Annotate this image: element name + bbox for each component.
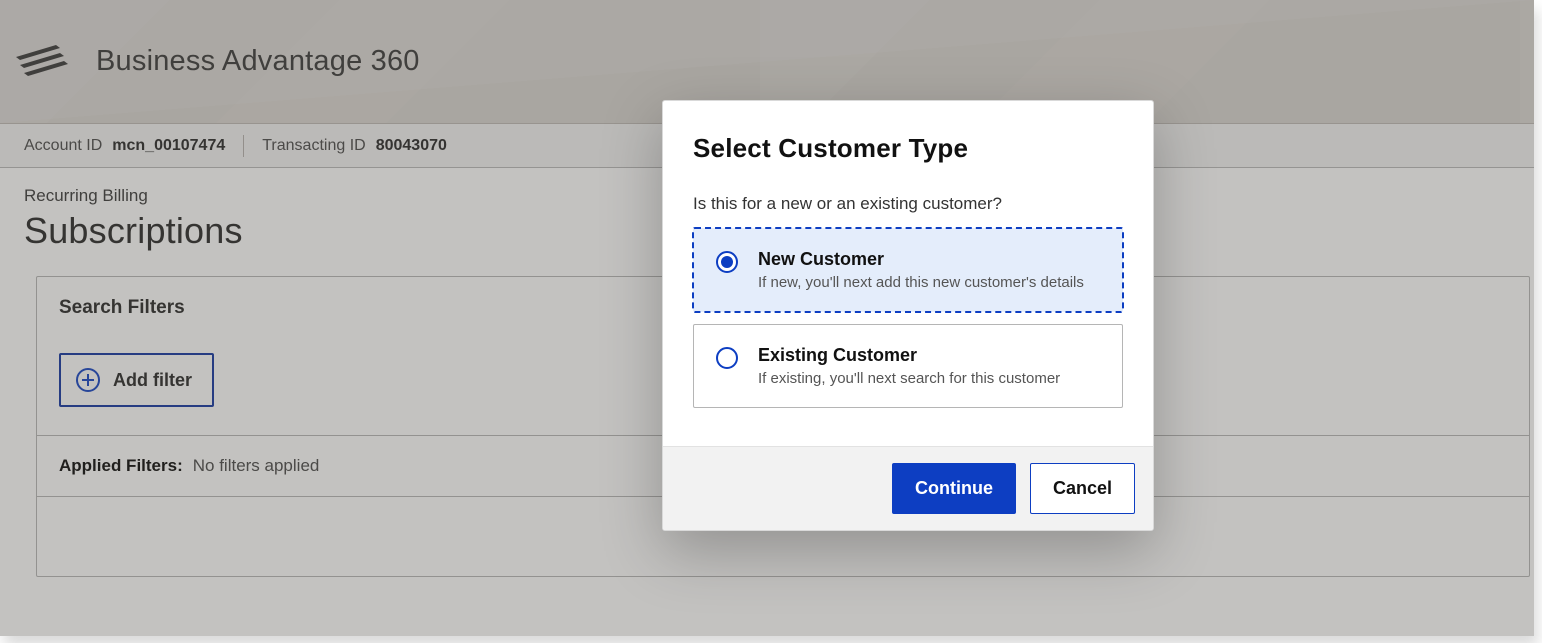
cancel-button[interactable]: Cancel <box>1030 463 1135 514</box>
modal-footer: Continue Cancel <box>663 446 1153 530</box>
modal-title: Select Customer Type <box>693 133 1123 164</box>
option-title: Existing Customer <box>758 345 1060 366</box>
option-title: New Customer <box>758 249 1084 270</box>
option-new-customer[interactable]: New Customer If new, you'll next add thi… <box>693 228 1123 312</box>
option-subtitle: If existing, you'll next search for this… <box>758 370 1060 387</box>
option-existing-customer[interactable]: Existing Customer If existing, you'll ne… <box>693 324 1123 408</box>
radio-icon <box>716 251 738 273</box>
modal-question: Is this for a new or an existing custome… <box>693 194 1123 214</box>
select-customer-type-modal: Select Customer Type Is this for a new o… <box>662 100 1154 531</box>
radio-icon <box>716 347 738 369</box>
option-subtitle: If new, you'll next add this new custome… <box>758 274 1084 291</box>
continue-button[interactable]: Continue <box>892 463 1016 514</box>
